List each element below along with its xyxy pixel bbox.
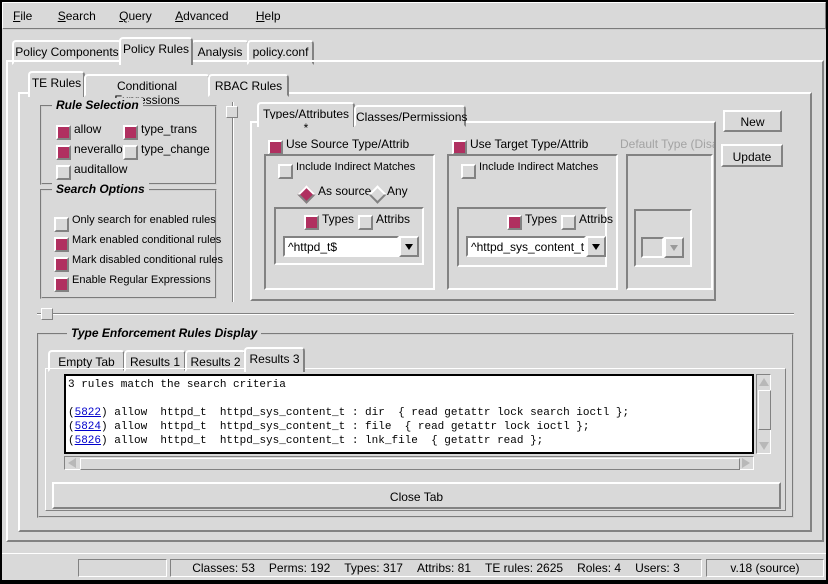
checkbox-target-types[interactable] bbox=[507, 215, 522, 230]
checkbox-use-source[interactable] bbox=[268, 140, 283, 155]
update-button[interactable]: Update bbox=[721, 144, 783, 167]
default-type-combobox-button bbox=[664, 237, 684, 258]
source-type-combobox[interactable]: ^httpd_t$ bbox=[283, 236, 419, 257]
source-type-combobox-value[interactable]: ^httpd_t$ bbox=[283, 236, 399, 257]
source-indirect-label: Include Indirect Matches bbox=[296, 161, 415, 173]
radio-as-source[interactable] bbox=[297, 185, 315, 203]
default-type-combobox bbox=[641, 237, 684, 258]
source-type-combobox-button[interactable] bbox=[399, 236, 419, 257]
target-box: Include Indirect Matches Types Attribs ^… bbox=[447, 154, 618, 290]
target-attribs-label: Attribs bbox=[579, 212, 613, 226]
source-types-box: Types Attribs ^httpd_t$ bbox=[274, 207, 424, 265]
criteria-content: Use Source Type/Attrib Include Indirect … bbox=[2, 2, 828, 584]
te-rules-content: Rule Selection allow type_trans neverall… bbox=[2, 2, 828, 584]
source-attribs-label: Attribs bbox=[376, 212, 410, 226]
checkbox-source-attribs[interactable] bbox=[358, 215, 373, 230]
target-indirect-label: Include Indirect Matches bbox=[479, 161, 598, 173]
source-box: Include Indirect Matches As source Any T… bbox=[264, 154, 435, 290]
radio-as-source-label: As source bbox=[318, 184, 371, 198]
target-types-label: Types bbox=[525, 212, 557, 226]
new-button[interactable]: New bbox=[723, 110, 782, 132]
use-source-label: Use Source Type/Attrib bbox=[286, 137, 409, 151]
default-type-box bbox=[626, 154, 713, 290]
default-type-combobox-value bbox=[641, 237, 664, 258]
radio-any-label: Any bbox=[387, 184, 408, 198]
default-type-label: Default Type (Disabled) bbox=[620, 137, 714, 151]
dropdown-arrow-icon bbox=[592, 244, 600, 250]
dropdown-arrow-icon bbox=[405, 244, 413, 250]
default-type-inner-box bbox=[634, 209, 692, 267]
checkbox-use-target[interactable] bbox=[452, 140, 467, 155]
checkbox-source-types[interactable] bbox=[304, 215, 319, 230]
target-types-box: Types Attribs ^httpd_sys_content_t$ bbox=[457, 207, 607, 267]
apol-window: File Search Query Advanced Help Policy C… bbox=[0, 0, 828, 584]
use-target-label: Use Target Type/Attrib bbox=[470, 137, 588, 151]
target-type-combobox-button[interactable] bbox=[586, 236, 606, 257]
checkbox-target-indirect[interactable] bbox=[461, 164, 476, 179]
target-type-combobox[interactable]: ^httpd_sys_content_t$ bbox=[466, 236, 606, 257]
checkbox-target-attribs[interactable] bbox=[561, 215, 576, 230]
target-type-combobox-value[interactable]: ^httpd_sys_content_t$ bbox=[466, 236, 586, 257]
dropdown-arrow-icon bbox=[670, 245, 678, 251]
checkbox-source-indirect[interactable] bbox=[278, 164, 293, 179]
source-types-label: Types bbox=[322, 212, 354, 226]
